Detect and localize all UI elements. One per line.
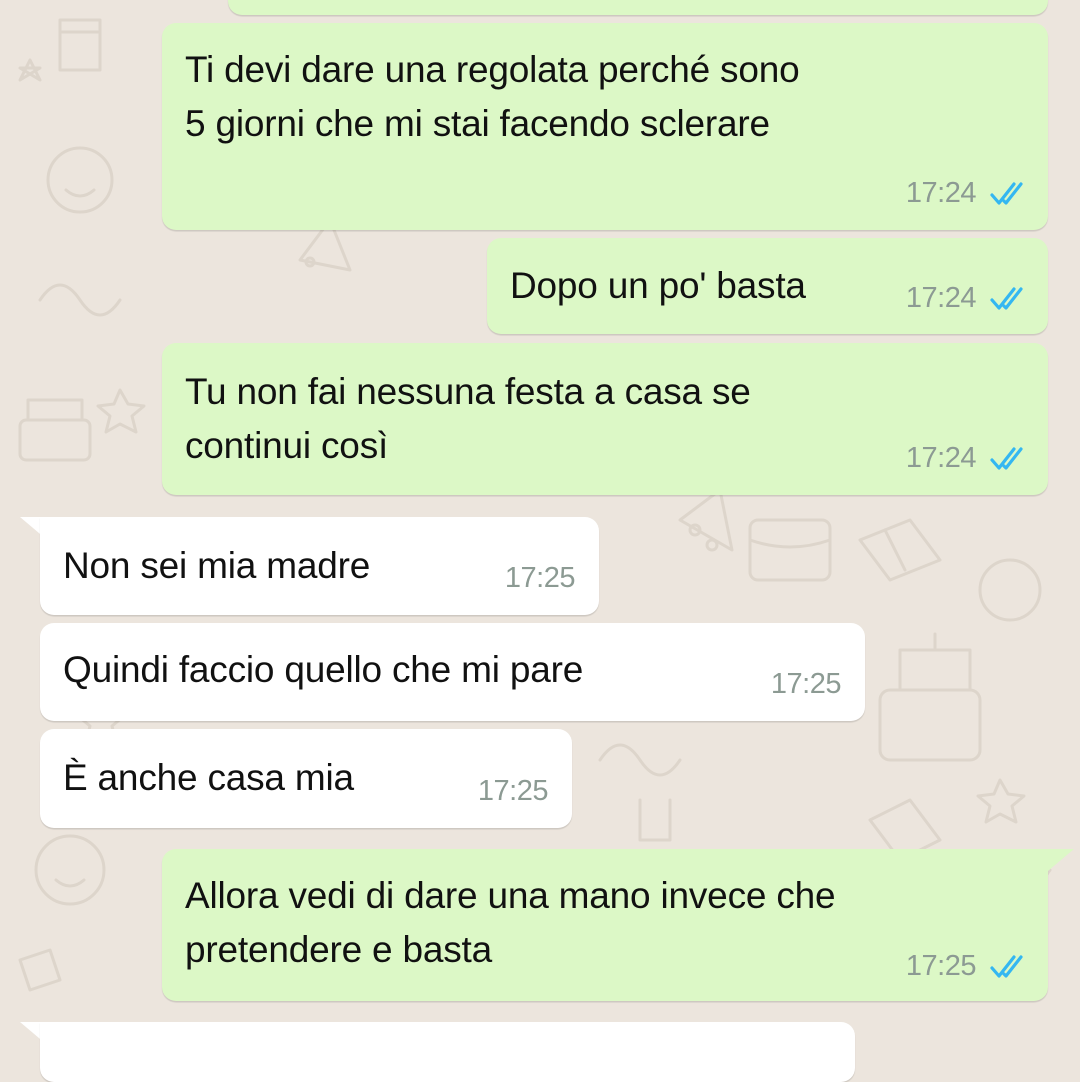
message-meta: 17:24 bbox=[906, 442, 1026, 475]
message-bubble-outgoing[interactable]: Ti devi dare una regolata perché sono 5 … bbox=[162, 23, 1048, 230]
message-text: Quindi faccio quello che mi pare bbox=[63, 649, 584, 690]
bubble-tail bbox=[1048, 849, 1074, 871]
message-text: Ti devi dare una regolata perché sono 5 … bbox=[185, 49, 800, 144]
message-bubble-incoming[interactable]: È anche casa mia 17:25 bbox=[40, 729, 572, 828]
double-check-icon bbox=[990, 181, 1023, 205]
double-check-icon bbox=[990, 286, 1023, 310]
message-meta: 17:25 bbox=[477, 775, 549, 808]
message-time: 17:25 bbox=[905, 950, 977, 982]
double-check-icon bbox=[990, 954, 1023, 978]
message-bubble-outgoing[interactable]: Dopo un po' basta 17:24 bbox=[487, 238, 1048, 334]
message-time: 17:24 bbox=[905, 177, 977, 209]
message-meta: 17:25 bbox=[504, 562, 576, 595]
message-meta: 17:24 bbox=[906, 177, 1026, 210]
message-meta: 17:25 bbox=[906, 950, 1026, 983]
double-check-icon bbox=[990, 446, 1023, 470]
message-time: 17:24 bbox=[905, 282, 977, 314]
message-text: Non sei mia madre bbox=[63, 545, 371, 586]
message-text: È anche casa mia bbox=[63, 757, 354, 798]
message-time: 17:25 bbox=[770, 668, 842, 700]
message-bubble-outgoing[interactable]: Tu non fai nessuna festa a casa se conti… bbox=[162, 343, 1048, 495]
message-meta: 17:25 bbox=[770, 668, 842, 701]
message-bubble-outgoing[interactable]: Allora vedi di dare una mano invece che … bbox=[162, 849, 1048, 1001]
message-bubble-incoming[interactable]: Quindi faccio quello che mi pare 17:25 bbox=[40, 623, 865, 721]
message-text: Allora vedi di dare una mano invece che … bbox=[185, 875, 836, 970]
message-time: 17:25 bbox=[477, 775, 549, 807]
message-bubble-incoming-partial[interactable] bbox=[40, 1022, 855, 1082]
message-meta: 17:24 bbox=[906, 282, 1026, 315]
message-time: 17:25 bbox=[504, 562, 576, 594]
message-bubble-incoming[interactable]: Non sei mia madre 17:25 bbox=[40, 517, 599, 615]
message-time: 17:24 bbox=[905, 442, 977, 474]
message-bubble-outgoing-partial[interactable] bbox=[228, 0, 1048, 15]
message-text: Tu non fai nessuna festa a casa se conti… bbox=[185, 371, 751, 466]
message-text: Dopo un po' basta bbox=[510, 265, 806, 306]
